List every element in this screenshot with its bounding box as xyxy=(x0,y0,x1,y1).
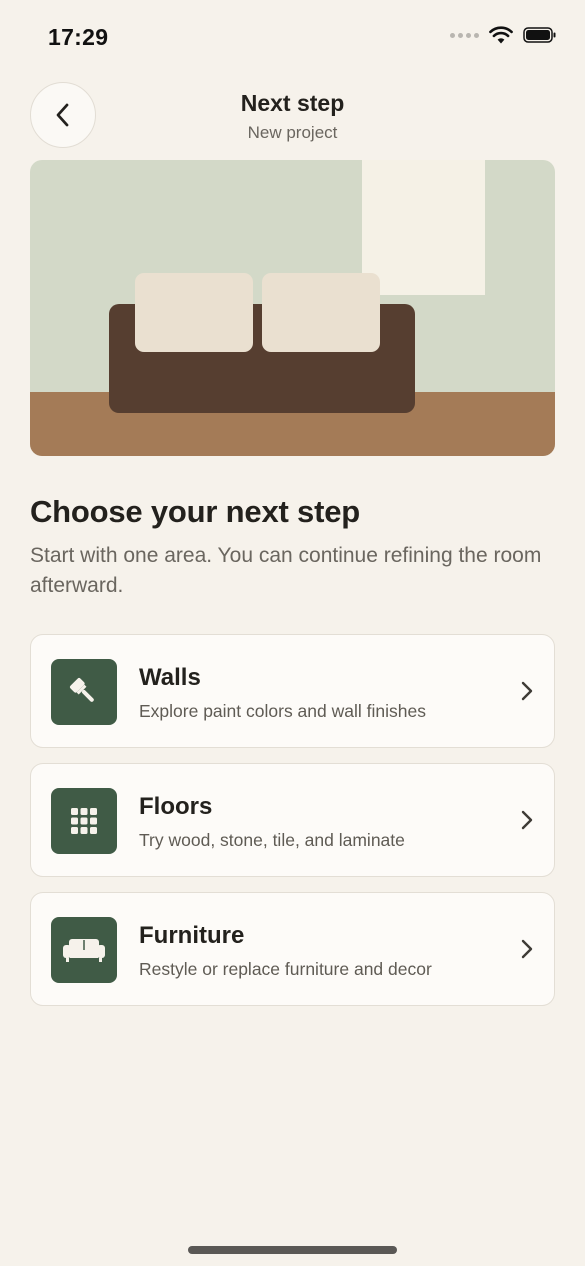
next-step-screen: 17:29 Next step New project Choose your … xyxy=(0,0,585,1266)
page-title: Next step xyxy=(240,90,345,116)
home-indicator[interactable] xyxy=(188,1246,397,1254)
option-title: Walls xyxy=(139,664,201,691)
option-card-furniture[interactable]: Furniture Restyle or replace furniture a… xyxy=(30,892,555,1006)
paint-brush-icon xyxy=(51,659,117,725)
option-card-walls[interactable]: Walls Explore paint colors and wall fini… xyxy=(30,634,555,748)
option-description: Restyle or replace furniture and decor xyxy=(139,959,432,979)
section-title: Choose your next step xyxy=(30,494,360,529)
cushion-shape xyxy=(135,273,253,352)
status-icons xyxy=(450,26,557,44)
status-time: 17:29 xyxy=(48,24,109,50)
chevron-right-icon xyxy=(521,810,533,830)
chevron-right-icon xyxy=(521,939,533,959)
section-description: Start with one area. You can continue re… xyxy=(30,544,542,597)
option-description: Try wood, stone, tile, and laminate xyxy=(139,830,405,850)
window-shape xyxy=(362,160,485,295)
battery-icon xyxy=(523,27,556,43)
sofa-icon xyxy=(51,917,117,983)
option-title: Floors xyxy=(139,793,213,820)
option-card-floors[interactable]: Floors Try wood, stone, tile, and lamina… xyxy=(30,763,555,877)
status-bar: 17:29 xyxy=(0,0,585,74)
chevron-right-icon xyxy=(521,681,533,701)
wifi-icon xyxy=(489,26,513,44)
option-title: Furniture xyxy=(139,922,245,949)
cushion-shape xyxy=(262,273,380,352)
tile-grid-icon xyxy=(51,788,117,854)
page-subtitle: New project xyxy=(247,123,338,142)
cellular-signal-icon xyxy=(450,32,479,38)
option-description: Explore paint colors and wall finishes xyxy=(139,701,426,721)
room-illustration xyxy=(30,160,555,456)
